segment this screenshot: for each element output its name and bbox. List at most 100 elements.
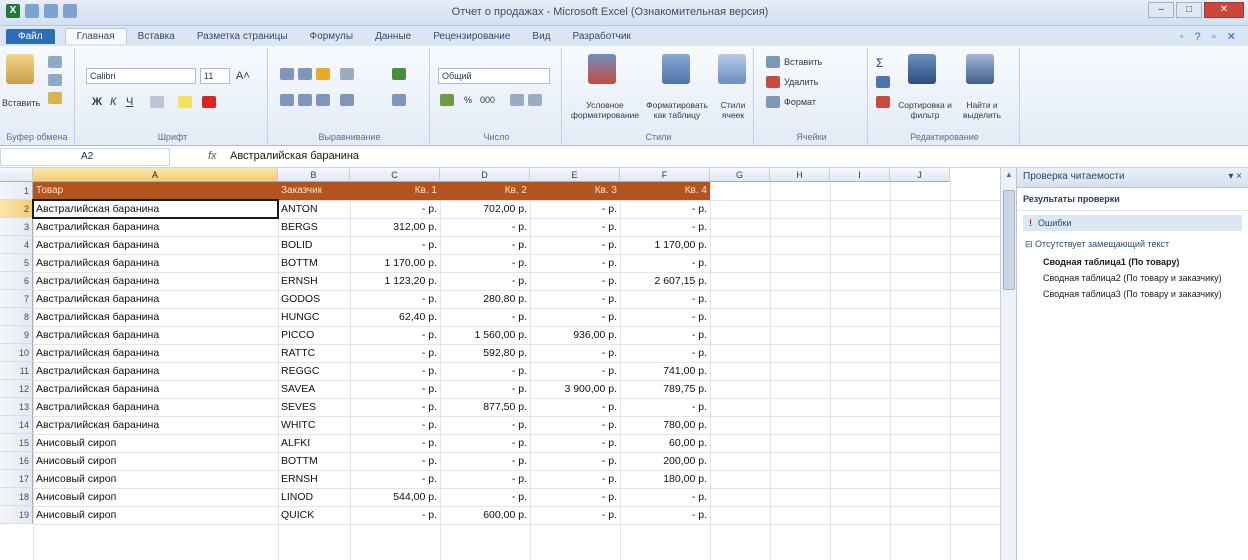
cut-icon[interactable] xyxy=(48,56,62,68)
row-header[interactable]: 14 xyxy=(0,416,33,434)
table-cell[interactable]: 592,80 р. xyxy=(440,344,530,362)
table-header-cell[interactable]: Товар xyxy=(33,182,278,200)
save-icon[interactable] xyxy=(25,4,39,18)
table-cell[interactable]: Анисовый сироп xyxy=(33,434,278,452)
table-cell[interactable]: RATTC xyxy=(278,344,350,362)
format-as-table-icon[interactable] xyxy=(662,54,690,84)
format-painter-icon[interactable] xyxy=(48,92,62,104)
help-icon[interactable]: ◦ ? ▫ ✕ xyxy=(1180,30,1240,43)
format-cells-button[interactable]: Формат xyxy=(784,97,816,107)
table-cell[interactable]: 62,40 р. xyxy=(350,308,440,326)
row-header[interactable]: 2 xyxy=(0,200,33,218)
table-cell[interactable]: Австралийская баранина xyxy=(33,272,278,290)
maximize-button[interactable]: □ xyxy=(1176,2,1202,18)
column-header[interactable]: A xyxy=(33,168,278,182)
row-header[interactable]: 11 xyxy=(0,362,33,380)
table-cell[interactable]: - р. xyxy=(530,434,620,452)
tab-file[interactable]: Файл xyxy=(6,28,55,44)
issue-group[interactable]: ⊟ Отсутствует замещающий текст xyxy=(1017,235,1248,254)
table-header-cell[interactable]: Кв. 3 xyxy=(530,182,620,200)
clear-icon[interactable] xyxy=(876,96,890,108)
column-header[interactable]: E xyxy=(530,168,620,182)
thousands-button[interactable]: 000 xyxy=(480,95,495,105)
column-header[interactable]: D xyxy=(440,168,530,182)
table-cell[interactable]: - р. xyxy=(440,452,530,470)
table-cell[interactable]: SAVEA xyxy=(278,380,350,398)
table-cell[interactable]: 60,00 р. xyxy=(620,434,710,452)
scroll-thumb[interactable] xyxy=(1003,190,1015,290)
align-middle-icon[interactable] xyxy=(298,68,312,80)
table-cell[interactable]: - р. xyxy=(530,506,620,524)
column-header[interactable]: B xyxy=(278,168,350,182)
row-header[interactable]: 16 xyxy=(0,452,33,470)
table-cell[interactable]: - р. xyxy=(350,506,440,524)
scroll-up-icon[interactable]: ▲ xyxy=(1003,170,1015,182)
table-cell[interactable]: 1 560,00 р. xyxy=(440,326,530,344)
font-name-combo[interactable]: Calibri xyxy=(86,68,196,84)
conditional-formatting-icon[interactable] xyxy=(588,54,616,84)
table-cell[interactable]: - р. xyxy=(350,470,440,488)
table-cell[interactable]: - р. xyxy=(350,380,440,398)
redo-icon[interactable] xyxy=(63,4,77,18)
table-cell[interactable]: BOLID xyxy=(278,236,350,254)
indent-icon[interactable] xyxy=(340,94,354,106)
cell-styles-icon[interactable] xyxy=(718,54,746,84)
table-cell[interactable]: - р. xyxy=(620,326,710,344)
table-cell[interactable]: Австралийская баранина xyxy=(33,218,278,236)
tab-home[interactable]: Главная xyxy=(64,28,127,44)
table-cell[interactable]: Анисовый сироп xyxy=(33,488,278,506)
row-header[interactable]: 10 xyxy=(0,344,33,362)
insert-cells-button[interactable]: Вставить xyxy=(784,57,822,67)
row-header[interactable]: 6 xyxy=(0,272,33,290)
table-cell[interactable]: - р. xyxy=(530,272,620,290)
row-header[interactable]: 7 xyxy=(0,290,33,308)
table-cell[interactable]: BOTTM xyxy=(278,452,350,470)
table-cell[interactable]: - р. xyxy=(350,416,440,434)
formula-input[interactable]: Австралийская баранина xyxy=(230,150,359,162)
autosum-icon[interactable]: Σ xyxy=(876,56,883,70)
table-cell[interactable]: 702,00 р. xyxy=(440,200,530,218)
row-header[interactable]: 3 xyxy=(0,218,33,236)
column-header[interactable]: H xyxy=(770,168,830,182)
table-cell[interactable]: Анисовый сироп xyxy=(33,506,278,524)
table-cell[interactable]: REGGC xyxy=(278,362,350,380)
align-bottom-icon[interactable] xyxy=(316,68,330,80)
row-header[interactable]: 18 xyxy=(0,488,33,506)
table-cell[interactable]: ERNSH xyxy=(278,272,350,290)
vertical-scrollbar[interactable]: ▲ xyxy=(1000,168,1016,560)
fill-color-icon[interactable] xyxy=(178,96,192,108)
find-select-icon[interactable] xyxy=(966,54,994,84)
orientation-icon[interactable] xyxy=(340,68,354,80)
table-cell[interactable]: - р. xyxy=(350,398,440,416)
table-cell[interactable]: - р. xyxy=(620,398,710,416)
table-header-cell[interactable]: Кв. 1 xyxy=(350,182,440,200)
table-cell[interactable]: ANTON xyxy=(278,200,350,218)
tab-formulas[interactable]: Формулы xyxy=(299,29,365,44)
underline-button[interactable]: Ч xyxy=(126,96,133,108)
tab-insert[interactable]: Вставка xyxy=(127,29,186,44)
table-cell[interactable]: PICCO xyxy=(278,326,350,344)
table-cell[interactable]: Анисовый сироп xyxy=(33,452,278,470)
row-header[interactable]: 12 xyxy=(0,380,33,398)
table-cell[interactable]: - р. xyxy=(620,290,710,308)
row-header[interactable]: 19 xyxy=(0,506,33,524)
column-header[interactable]: F xyxy=(620,168,710,182)
table-cell[interactable]: Австралийская баранина xyxy=(33,380,278,398)
column-header[interactable]: J xyxy=(890,168,950,182)
table-cell[interactable]: - р. xyxy=(350,290,440,308)
errors-section[interactable]: ! Ошибки xyxy=(1023,215,1242,231)
table-cell[interactable]: Анисовый сироп xyxy=(33,470,278,488)
decrease-decimal-icon[interactable] xyxy=(528,94,542,106)
column-header[interactable]: G xyxy=(710,168,770,182)
tab-data[interactable]: Данные xyxy=(364,29,422,44)
table-cell[interactable]: - р. xyxy=(530,470,620,488)
table-cell[interactable]: 544,00 р. xyxy=(350,488,440,506)
table-cell[interactable]: - р. xyxy=(620,308,710,326)
table-cell[interactable]: - р. xyxy=(530,344,620,362)
conditional-formatting-button[interactable]: Условное форматирование xyxy=(570,100,640,120)
table-cell[interactable]: - р. xyxy=(440,254,530,272)
table-cell[interactable]: WHITC xyxy=(278,416,350,434)
issue-item[interactable]: Сводная таблица3 (По товару и заказчику) xyxy=(1017,286,1248,302)
number-format-combo[interactable]: Общий xyxy=(438,68,550,84)
table-cell[interactable]: - р. xyxy=(620,218,710,236)
